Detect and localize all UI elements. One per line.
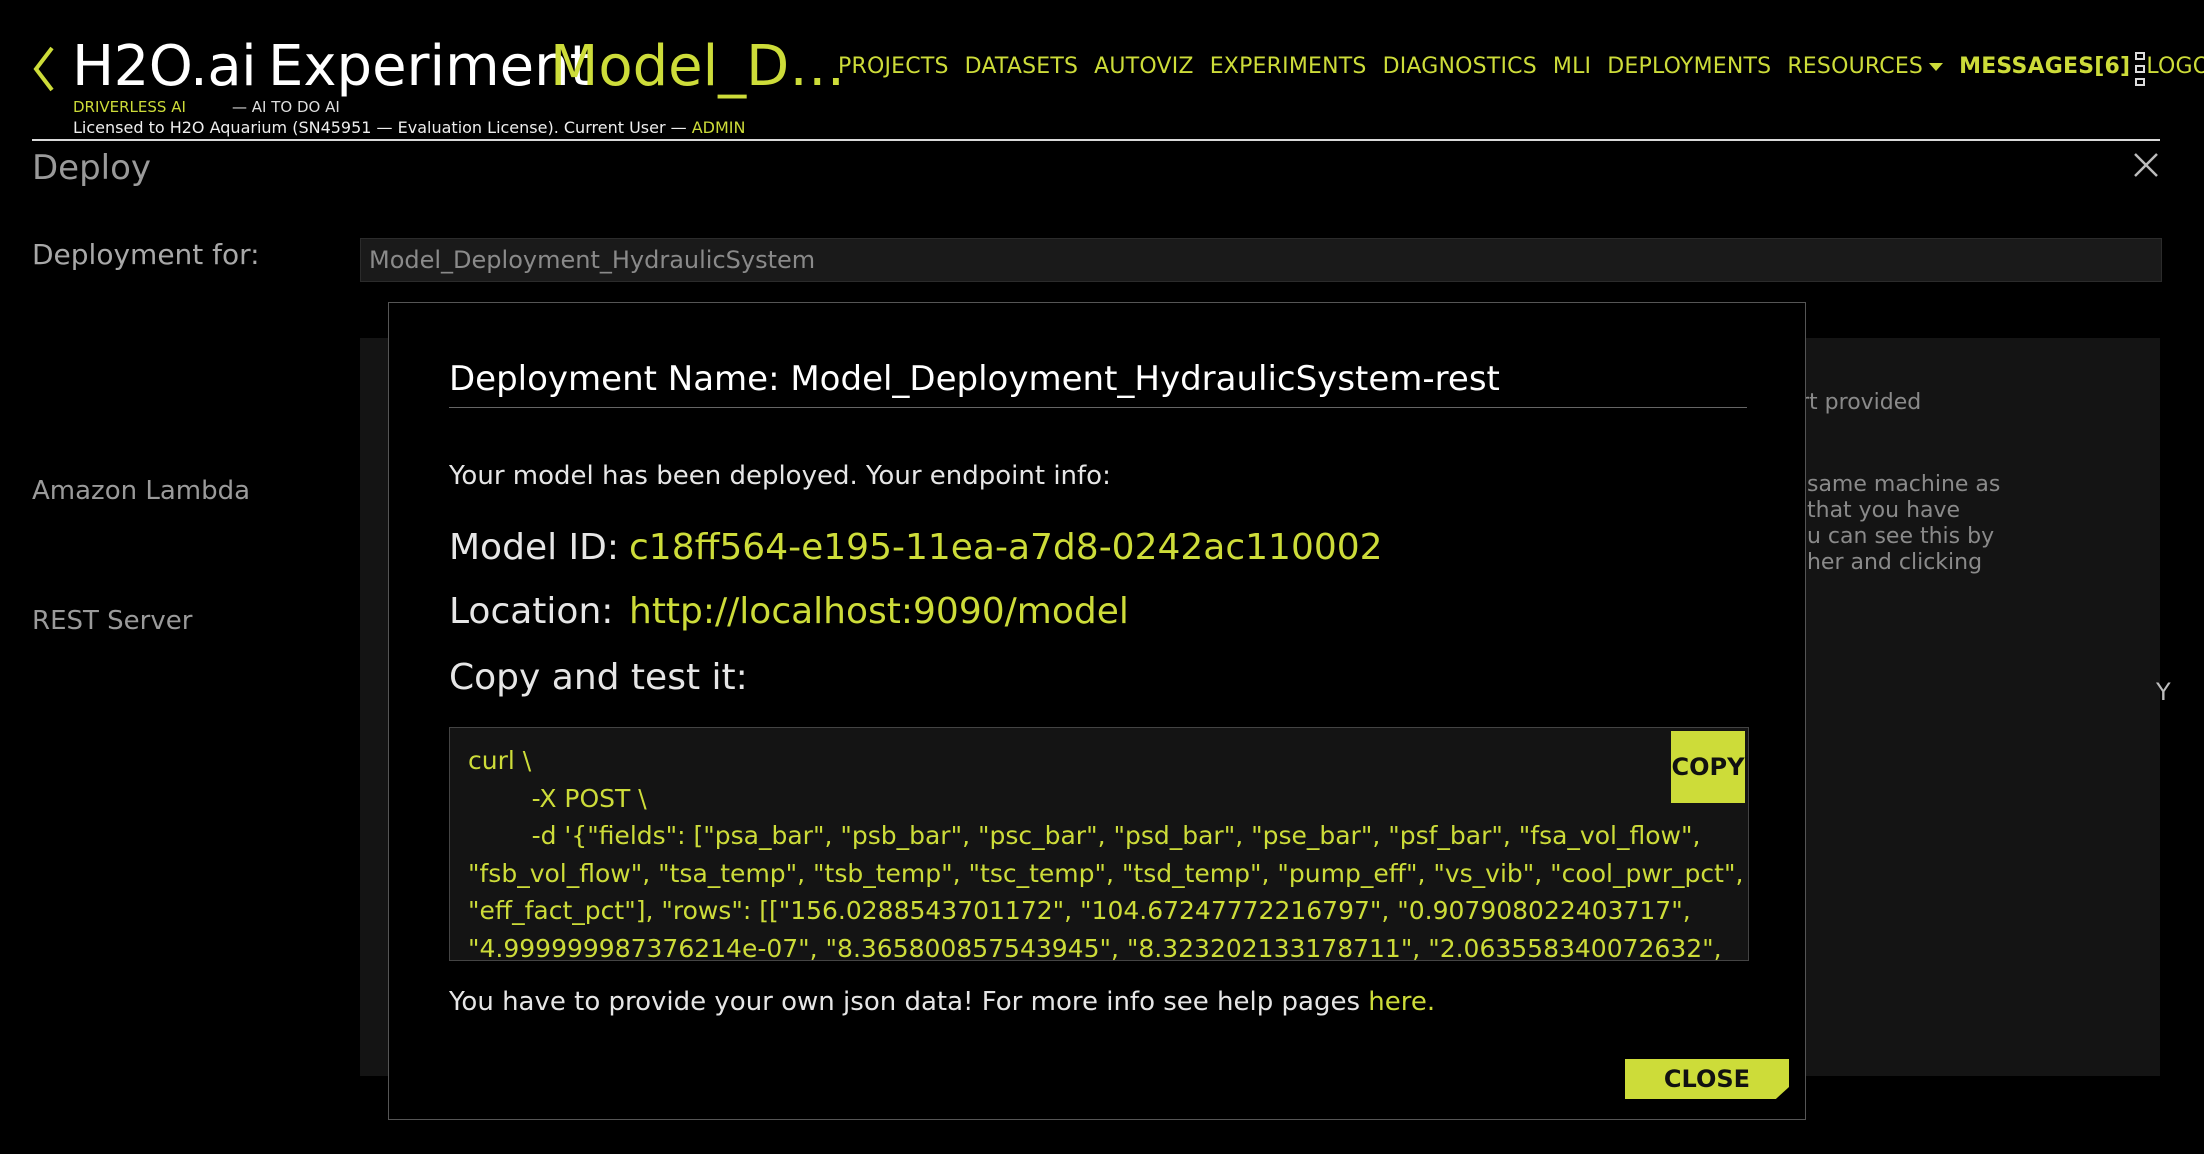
nav-experiments[interactable]: EXPERIMENTS [1210, 54, 1367, 79]
dialog-intro: Your model has been deployed. Your endpo… [449, 461, 1111, 491]
caret-down-icon [1929, 63, 1944, 71]
nav-datasets[interactable]: DATASETS [965, 54, 1079, 79]
product-tagline: DRIVERLESS AI [73, 98, 186, 116]
brand-logo-text[interactable]: H2O.ai [72, 34, 257, 99]
dialog-title: Deployment Name: Model_Deployment_Hydrau… [449, 359, 1747, 408]
nav-resources[interactable]: RESOURCES [1787, 54, 1944, 79]
nav-projects[interactable]: PROJECTS [838, 54, 949, 79]
nav-mli[interactable]: MLI [1553, 54, 1591, 79]
location-value[interactable]: http://localhost:9090/model [629, 591, 1129, 632]
curl-code-block[interactable]: curl \ -X POST \ -d '{"fields": ["psa_ba… [449, 727, 1749, 961]
license-text: Licensed to H2O Aquarium (SN45951 — Eval… [73, 118, 687, 137]
option-amazon-lambda[interactable]: Amazon Lambda [32, 476, 250, 506]
close-button[interactable]: CLOSE [1625, 1059, 1789, 1099]
model-id-value: c18ff564-e195-11ea-a7d8-0242ac110002 [629, 527, 1383, 568]
deployment-for-label: Deployment for: [32, 238, 260, 271]
product-motto: — AI TO DO AI [232, 98, 340, 116]
nav-resources-label: RESOURCES [1787, 54, 1924, 79]
nav-deployments[interactable]: DEPLOYMENTS [1607, 54, 1771, 79]
model-id-label: Model ID: [449, 527, 619, 568]
top-nav: PROJECTS DATASETS AUTOVIZ EXPERIMENTS DI… [838, 54, 2204, 79]
json-footnote: You have to provide your own json data! … [449, 987, 1435, 1017]
chevron-left-icon[interactable] [30, 44, 60, 94]
close-icon[interactable] [2133, 152, 2159, 178]
license-info: Licensed to H2O Aquarium (SN45951 — Eval… [73, 118, 745, 137]
deployment-success-dialog: Deployment Name: Model_Deployment_Hydrau… [388, 302, 1806, 1120]
current-user: ADMIN [691, 118, 746, 137]
panel-text-fragment-3: Y [2156, 678, 2171, 706]
footnote-text: You have to provide your own json data! … [449, 987, 1361, 1017]
header-divider [32, 139, 2160, 141]
panel-text-fragment-2: same machine as that you have u can see … [1806, 472, 2001, 575]
location-label: Location: [449, 591, 614, 632]
panel-text-fragment: rt provided [1800, 390, 1922, 415]
deployment-for-field[interactable] [360, 238, 2162, 282]
curl-code-text: curl \ -X POST \ -d '{"fields": ["psa_ba… [468, 746, 1744, 961]
kebab-menu-icon[interactable] [2135, 52, 2147, 92]
nav-messages[interactable]: MESSAGES[6] [1959, 54, 2130, 79]
app-header: H2O.ai Experiment Model_Deployment_Hydra… [0, 0, 2204, 142]
option-rest-server[interactable]: REST Server [32, 606, 192, 636]
experiment-label: Experiment [268, 34, 592, 99]
nav-autoviz[interactable]: AUTOVIZ [1094, 54, 1194, 79]
page-title: Deploy [32, 148, 152, 188]
copy-button[interactable]: COPY [1671, 731, 1745, 803]
copy-test-label: Copy and test it: [449, 657, 748, 698]
help-link[interactable]: here. [1368, 987, 1435, 1017]
nav-diagnostics[interactable]: DIAGNOSTICS [1383, 54, 1537, 79]
experiment-name: Model_Deployment_HydraulicSystem [550, 34, 850, 99]
nav-logout[interactable]: LOGOUT [2146, 54, 2204, 79]
